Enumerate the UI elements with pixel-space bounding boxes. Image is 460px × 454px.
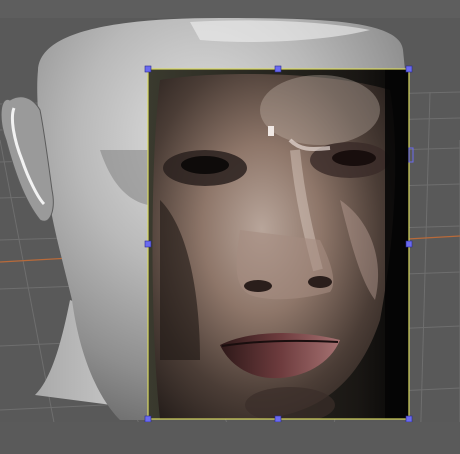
- viewport-canvas[interactable]: [0, 0, 460, 454]
- reference-photo-plane: [148, 69, 409, 419]
- selection-handle-mr[interactable]: [405, 240, 413, 248]
- viewport-bottom-strip: [0, 422, 460, 454]
- selection-handle-ml[interactable]: [144, 240, 152, 248]
- selection-handle-tr[interactable]: [405, 65, 413, 73]
- 3d-viewport[interactable]: [0, 0, 460, 454]
- selection-handle-tm[interactable]: [274, 65, 282, 73]
- selection-handle-tl[interactable]: [144, 65, 152, 73]
